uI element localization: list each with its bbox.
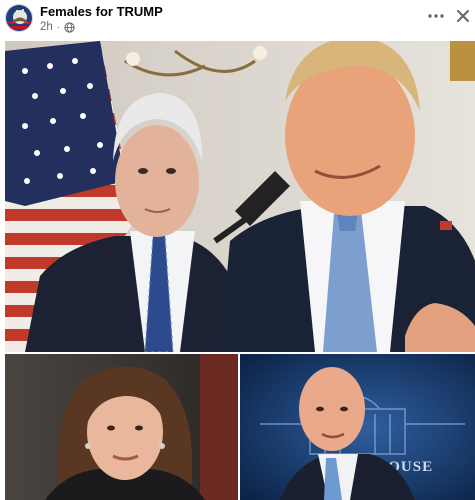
post-header: Females for TRUMP 2h · xyxy=(0,0,475,38)
more-options-button[interactable] xyxy=(425,6,447,26)
close-button[interactable] xyxy=(453,6,473,26)
globe-icon xyxy=(64,21,75,33)
post-meta: 2h · xyxy=(40,21,75,33)
page-avatar[interactable] xyxy=(5,4,33,32)
post-photo-left[interactable] xyxy=(5,354,238,500)
more-horizontal-icon xyxy=(428,14,444,18)
meta-separator: · xyxy=(56,21,61,33)
close-icon xyxy=(457,10,469,22)
post-time[interactable]: 2h xyxy=(40,21,53,33)
post-photo-main[interactable] xyxy=(5,41,475,352)
post-photo-right[interactable]: ITE HOUSE xyxy=(240,354,475,500)
page-name[interactable]: Females for TRUMP xyxy=(40,4,163,19)
